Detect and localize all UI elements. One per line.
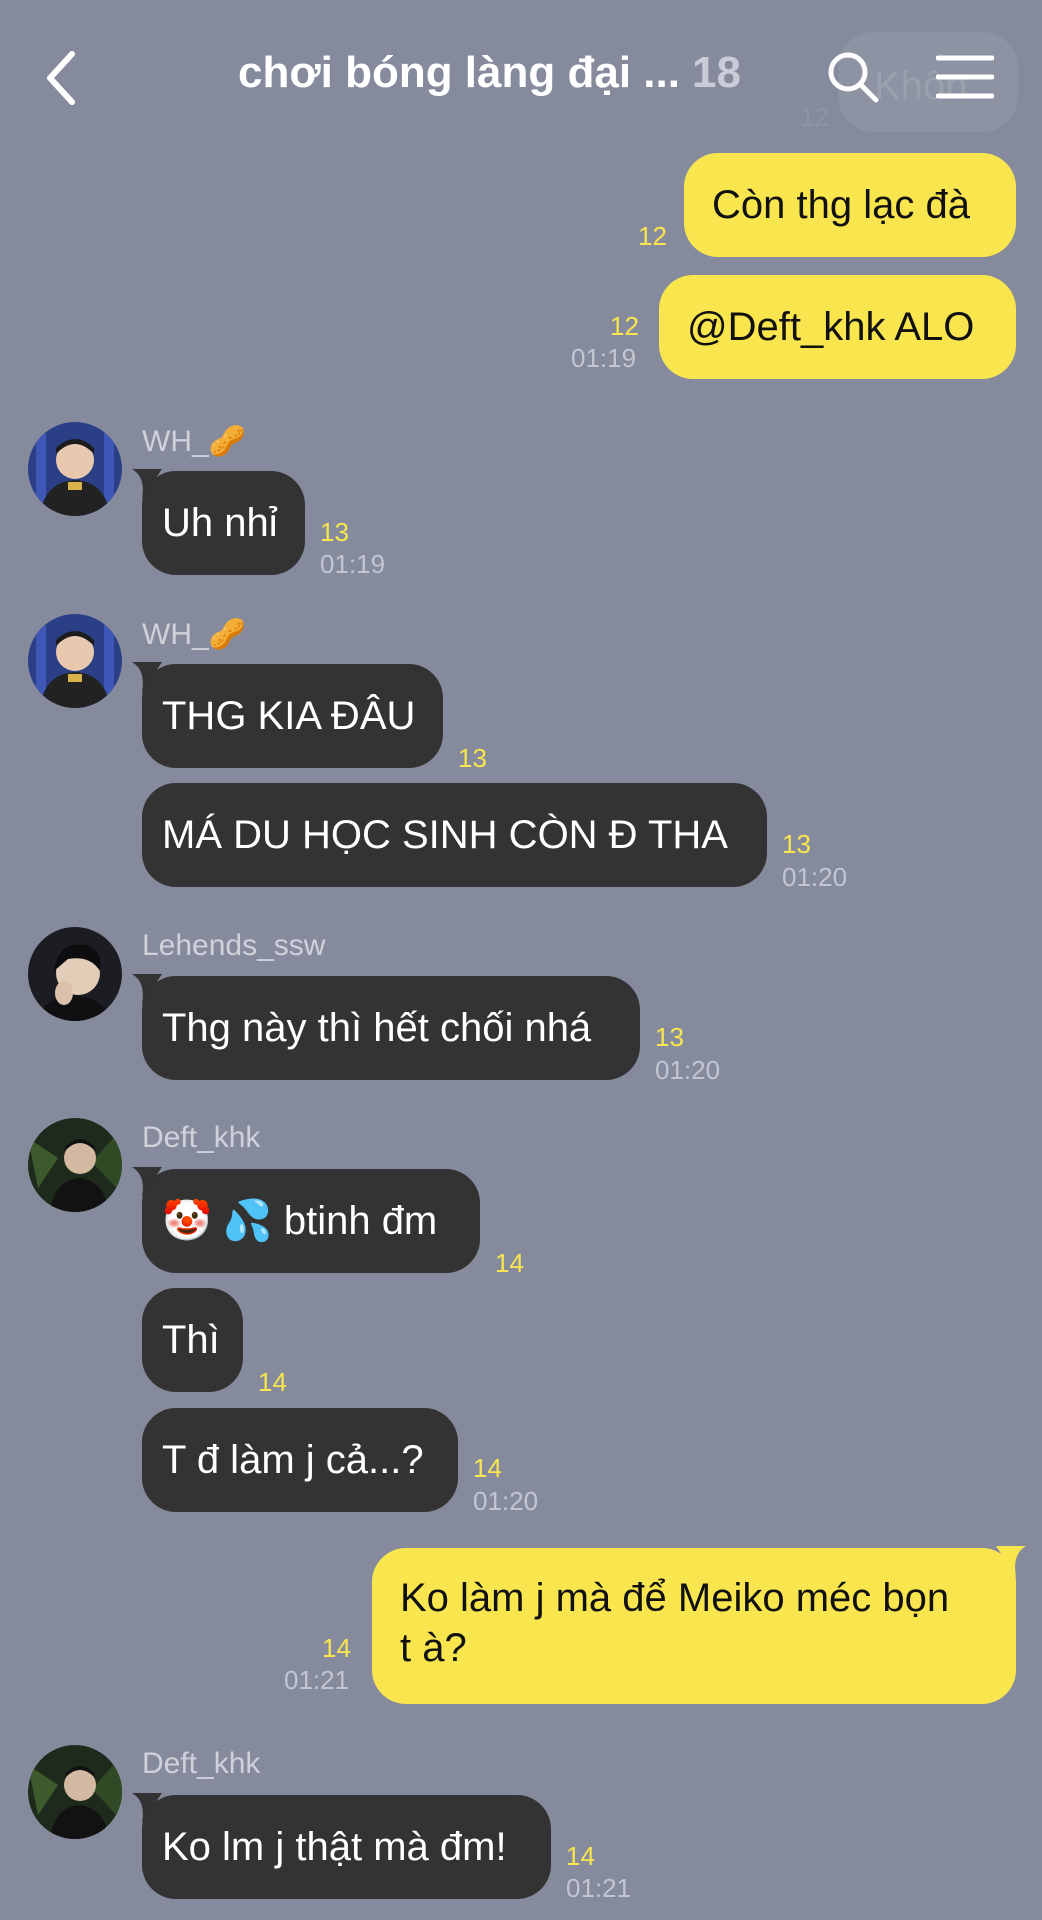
message-text: @Deft_khk ALO [687, 305, 975, 349]
message-text: Ko lm j thật mà đm! [162, 1825, 507, 1869]
read-count: 13 [655, 1022, 684, 1052]
my-message-bubble[interactable]: @Deft_khk ALO [659, 275, 1016, 379]
chat-header: chơi bóng làng đại ... 18 [0, 0, 1042, 155]
chat-title[interactable]: chơi bóng làng đại ... 18 [238, 48, 741, 98]
avatar[interactable] [28, 614, 122, 708]
back-button[interactable] [42, 50, 82, 106]
avatar[interactable] [28, 1118, 122, 1212]
their-message-bubble[interactable]: Uh nhỉ [142, 471, 305, 575]
avatar[interactable] [28, 927, 122, 1021]
their-message-bubble[interactable]: Thg này thì hết chối nhá [142, 976, 640, 1080]
member-count: 18 [691, 48, 741, 97]
avatar-photo [28, 927, 122, 1021]
read-count: 12 [638, 221, 667, 251]
avatar-photo [28, 1118, 122, 1212]
their-message-bubble[interactable]: Ko lm j thật mà đm! [142, 1795, 551, 1899]
message-text: Thì [162, 1318, 220, 1362]
my-message-bubble[interactable]: Ko làm j mà để Meiko méc bọn t à? [372, 1548, 1016, 1704]
my-message-bubble[interactable]: Còn thg lạc đà [684, 153, 1016, 257]
message-text: T đ làm j cả...? [162, 1438, 424, 1482]
message-text: Thg này thì hết chối nhá [162, 1006, 592, 1050]
chat-title-text: chơi bóng làng đại ... [238, 48, 680, 97]
search-button[interactable] [826, 50, 880, 104]
sender-name: Deft_khk [142, 1121, 261, 1154]
message-time: 01:20 [782, 862, 848, 892]
their-message-bubble[interactable]: MÁ DU HỌC SINH CÒN Đ THA [142, 783, 767, 887]
their-message-bubble[interactable]: T đ làm j cả...? [142, 1408, 458, 1512]
read-count: 14 [495, 1248, 524, 1278]
hamburger-menu-icon [935, 55, 995, 99]
chevron-left-icon [47, 51, 75, 105]
read-count: 14 [258, 1367, 287, 1397]
menu-button[interactable] [935, 54, 995, 100]
read-count: 13 [458, 743, 487, 773]
avatar-photo [28, 1745, 122, 1839]
sender-name: WH_🥜 [142, 425, 247, 458]
their-message-bubble[interactable]: THG KIA ĐÂU [142, 664, 443, 768]
message-time: 01:20 [655, 1055, 721, 1085]
message-text: Còn thg lạc đà [712, 183, 970, 227]
message-text-line: Ko làm j mà để Meiko méc bọn [400, 1576, 950, 1620]
read-count: 13 [320, 517, 349, 547]
bubble-tail [996, 1546, 1026, 1576]
message-time: 01:19 [320, 549, 386, 579]
message-text: MÁ DU HỌC SINH CÒN Đ THA [162, 813, 728, 857]
read-count: 12 [610, 311, 639, 341]
message-time: 01:21 [284, 1665, 350, 1695]
read-count: 13 [782, 829, 811, 859]
message-text-line: t à? [400, 1626, 467, 1670]
sender-name: Deft_khk [142, 1747, 261, 1780]
their-message-bubble[interactable]: Thì [142, 1288, 243, 1392]
message-text: 🤡 💦 btinh đm [162, 1199, 438, 1243]
message-text: THG KIA ĐÂU [162, 694, 416, 738]
message-time: 01:20 [473, 1486, 539, 1516]
read-count: 14 [322, 1633, 351, 1663]
avatar-photo [28, 422, 122, 516]
search-icon [828, 52, 879, 103]
message-text: Uh nhỉ [162, 501, 278, 545]
sender-name: Lehends_ssw [142, 929, 326, 962]
sender-name: WH_🥜 [142, 618, 247, 651]
read-count: 14 [473, 1453, 502, 1483]
avatar[interactable] [28, 422, 122, 516]
avatar[interactable] [28, 1745, 122, 1839]
message-time: 01:21 [566, 1873, 632, 1903]
avatar-photo [28, 614, 122, 708]
read-count: 14 [566, 1841, 595, 1871]
their-message-bubble[interactable]: 🤡 💦 btinh đm [142, 1169, 480, 1273]
message-time: 01:19 [571, 343, 637, 373]
